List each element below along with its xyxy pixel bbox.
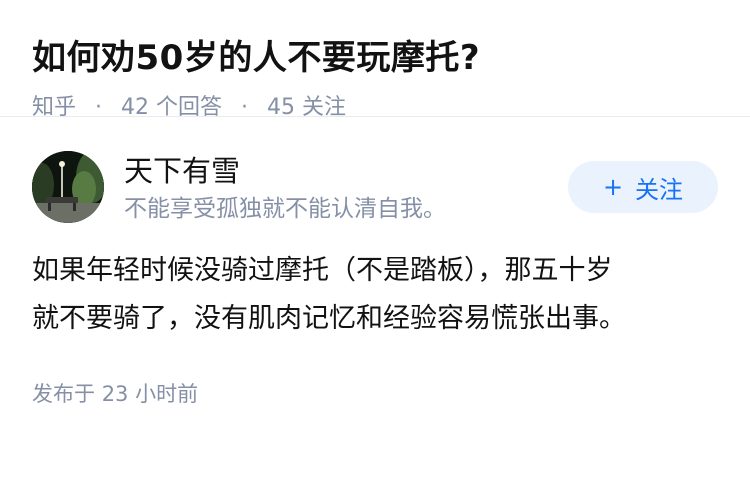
posted-time-value: 23 小时前 [101, 382, 199, 406]
author-bio: 不能享受孤独就不能认清自我。 [124, 196, 446, 222]
answer-content[interactable]: 如果年轻时候没骑过摩托（不是踏板），那五十岁 就不要骑了，没有肌肉记忆和经验容易… [32, 247, 718, 343]
plus-icon: + [602, 173, 624, 201]
answer-content-line: 就不要骑了，没有肌肉记忆和经验容易慌张出事。 [32, 303, 626, 334]
answer-card: 天下有雪 不能享受孤独就不能认清自我。 + 关注 如果年轻时候没骑过摩托（不是踏… [0, 117, 750, 409]
question-title[interactable]: 如何劝50岁的人不要玩摩托? [32, 34, 718, 82]
author-name[interactable]: 天下有雪 [124, 153, 240, 189]
follow-button[interactable]: + 关注 [568, 161, 718, 213]
author-row: 天下有雪 不能享受孤独就不能认清自我。 + 关注 [32, 117, 718, 227]
posted-time: 发布于 23 小时前 [32, 379, 718, 409]
avatar[interactable] [32, 151, 104, 223]
answer-content-line: 如果年轻时候没骑过摩托（不是踏板），那五十岁 [32, 255, 613, 286]
follow-button-label: 关注 [635, 175, 684, 204]
answer-page: 如何劝50岁的人不要玩摩托? 知乎 · 42 个回答 · 45 关注 天下有雪 … [0, 0, 750, 486]
posted-label: 发布于 [32, 382, 95, 406]
question-header: 如何劝50岁的人不要玩摩托? 知乎 · 42 个回答 · 45 关注 [0, 0, 750, 120]
avatar-image [32, 151, 104, 223]
